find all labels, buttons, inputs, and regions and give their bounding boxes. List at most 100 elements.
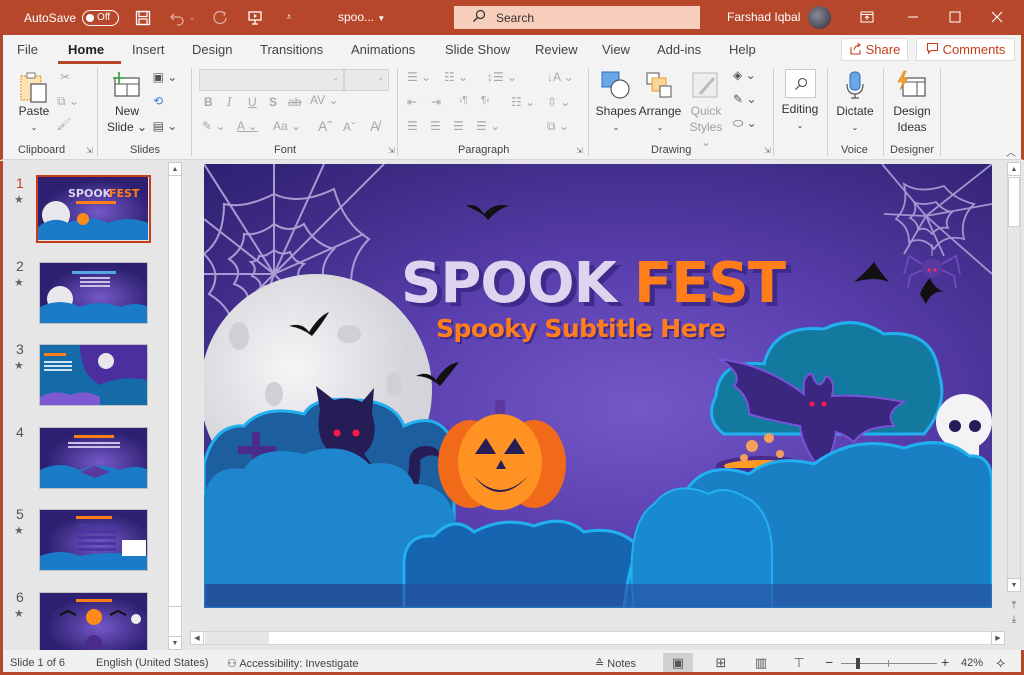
normal-view-icon[interactable]: ▣ <box>663 653 693 672</box>
tab-view[interactable]: View <box>602 42 630 57</box>
zoom-out-icon[interactable]: − <box>825 654 833 670</box>
rtl-icon[interactable]: ¶‹ <box>481 95 490 106</box>
drawing-launcher-icon[interactable]: ⇲ <box>764 146 771 155</box>
share-button[interactable]: Share <box>841 38 908 61</box>
scroll-up-icon[interactable]: ▲ <box>1007 162 1021 176</box>
fit-slide-to-window-icon[interactable]: ⟡ <box>996 654 1005 671</box>
scrollbar-track[interactable] <box>205 632 269 644</box>
numbering-icon[interactable]: ☷ ⌄ <box>444 70 468 84</box>
tab-animations[interactable]: Animations <box>351 42 415 57</box>
change-case-icon[interactable]: Aa ⌄ <box>273 119 301 133</box>
text-shadow-icon[interactable]: S <box>269 95 277 109</box>
user-name[interactable]: Farshad Iqbal <box>727 10 800 24</box>
scrollbar-thumb[interactable] <box>1008 177 1020 227</box>
decrease-font-size-icon[interactable]: Aˇ <box>343 120 355 134</box>
zoom-percent[interactable]: 42% <box>961 657 983 669</box>
avatar[interactable] <box>808 6 831 29</box>
ltr-icon[interactable]: ›¶ <box>459 95 468 106</box>
close-icon[interactable] <box>986 7 1008 27</box>
slide-thumbnail-4[interactable] <box>39 427 148 489</box>
slide-subtitle[interactable]: Spooky Subtitle Here <box>436 314 726 343</box>
tab-insert[interactable]: Insert <box>132 42 165 57</box>
section-icon[interactable]: ▤ ⌄ <box>150 119 180 133</box>
scroll-down-icon[interactable]: ▼ <box>1007 578 1021 592</box>
slide-thumbnail-1[interactable]: SPOOK FEST <box>36 175 151 243</box>
accessibility-checker[interactable]: ⚇ Accessibility: Investigate <box>227 657 359 670</box>
language-indicator[interactable]: English (United States) <box>96 657 209 669</box>
italic-icon[interactable]: I <box>227 95 232 109</box>
font-launcher-icon[interactable]: ⇲ <box>388 146 395 155</box>
align-center-icon[interactable]: ☰ <box>430 119 441 133</box>
font-name-select[interactable]: ⌄ <box>199 69 344 91</box>
undo-dropdown-icon[interactable]: ⌄ <box>187 8 197 28</box>
smartart-icon[interactable]: ⧉ ⌄ <box>547 119 569 134</box>
increase-indent-icon[interactable]: ⇥ <box>431 95 441 109</box>
ribbon-display-options-icon[interactable] <box>856 7 878 27</box>
bullets-icon[interactable]: ☰ ⌄ <box>407 70 431 84</box>
thumbnails-scrollbar[interactable]: ▲ ▼ <box>168 162 182 650</box>
editor-vertical-scrollbar[interactable]: ▲ ▼ <box>1007 162 1021 592</box>
comments-button[interactable]: Comments <box>916 38 1015 61</box>
columns-icon[interactable]: ☷ ⌄ <box>511 95 535 109</box>
zoom-in-icon[interactable]: + <box>941 654 949 670</box>
tab-review[interactable]: Review <box>535 42 578 57</box>
slide-title[interactable]: SPOOK FEST <box>401 252 786 316</box>
align-right-icon[interactable]: ☰ <box>453 119 464 133</box>
justify-icon[interactable]: ☰ ⌄ <box>476 119 500 133</box>
increase-font-size-icon[interactable]: Aˆ <box>318 118 332 134</box>
collapse-ribbon-icon[interactable]: ︿ <box>1006 144 1016 159</box>
save-icon[interactable] <box>133 8 153 28</box>
customize-qat-icon[interactable]: ⩡ <box>279 8 299 28</box>
autosave-toggle[interactable]: Off <box>82 9 120 26</box>
slide-show-view-icon[interactable]: ⊤ <box>784 653 814 672</box>
scroll-right-icon[interactable]: ▶ <box>991 631 1005 645</box>
tab-transitions[interactable]: Transitions <box>260 42 323 57</box>
present-from-beginning-icon[interactable] <box>245 8 265 28</box>
paragraph-launcher-icon[interactable]: ⇲ <box>576 146 583 155</box>
underline-icon[interactable]: U <box>248 95 257 109</box>
slide-thumbnail-3[interactable] <box>39 344 148 406</box>
reading-view-icon[interactable]: ▥ <box>746 653 776 672</box>
bold-icon[interactable]: B <box>204 95 213 109</box>
tab-home[interactable]: Home <box>68 42 104 57</box>
font-color-icon[interactable]: A ⌄ <box>237 119 258 133</box>
minimize-icon[interactable] <box>902 7 924 27</box>
format-painter-icon[interactable]: 🖌 <box>56 117 72 131</box>
slide-canvas[interactable]: SPOOK FEST Spooky Subtitle Here <box>204 164 992 608</box>
highlight-color-icon[interactable]: ✎ ⌄ <box>202 119 225 133</box>
align-text-icon[interactable]: ⇳ ⌄ <box>547 95 570 109</box>
scroll-up-icon[interactable]: ▲ <box>168 162 182 176</box>
tab-file[interactable]: File <box>17 42 38 57</box>
decrease-indent-icon[interactable]: ⇤ <box>407 95 417 109</box>
slide-thumbnail-5[interactable] <box>39 509 148 571</box>
shape-effects-icon[interactable]: ⬭ ⌄ <box>733 116 757 131</box>
scrollbar-track[interactable] <box>1008 227 1020 579</box>
maximize-icon[interactable] <box>944 7 966 27</box>
character-spacing-icon[interactable]: AV ⌄ <box>310 93 339 107</box>
slide-thumbnail-6[interactable] <box>39 592 148 654</box>
font-size-select[interactable]: ⌄ <box>344 69 389 91</box>
cut-icon[interactable]: ✂ <box>58 70 72 84</box>
undo-icon[interactable] <box>167 8 187 28</box>
clear-formatting-icon[interactable]: A̸ <box>370 118 379 134</box>
align-left-icon[interactable]: ☰ <box>407 119 418 133</box>
slide-thumbnail-2[interactable] <box>39 262 148 324</box>
clipboard-launcher-icon[interactable]: ⇲ <box>86 146 93 155</box>
tab-help[interactable]: Help <box>729 42 756 57</box>
line-spacing-icon[interactable]: ↕☰ ⌄ <box>487 70 517 84</box>
previous-slide-icon[interactable]: ⤒ <box>1008 600 1020 611</box>
tab-add-ins[interactable]: Add-ins <box>657 42 701 57</box>
reset-slide-icon[interactable]: ⟲ <box>150 94 166 108</box>
layout-icon[interactable]: ▣ ⌄ <box>150 70 180 84</box>
scroll-down-icon[interactable]: ▼ <box>168 636 182 650</box>
tab-design[interactable]: Design <box>192 42 232 57</box>
notes-button[interactable]: ≙ Notes <box>595 657 636 670</box>
copy-icon[interactable]: ⧉ ⌄ <box>56 94 80 109</box>
slide-sorter-view-icon[interactable]: ⊞ <box>706 653 736 672</box>
tab-slide-show[interactable]: Slide Show <box>445 42 510 57</box>
document-filename[interactable]: spoo... ▼ <box>338 10 385 24</box>
scrollbar-thumb[interactable] <box>169 177 181 607</box>
scroll-left-icon[interactable]: ◀ <box>190 631 204 645</box>
search-box[interactable]: Search <box>454 6 700 29</box>
redo-icon[interactable] <box>211 8 231 28</box>
